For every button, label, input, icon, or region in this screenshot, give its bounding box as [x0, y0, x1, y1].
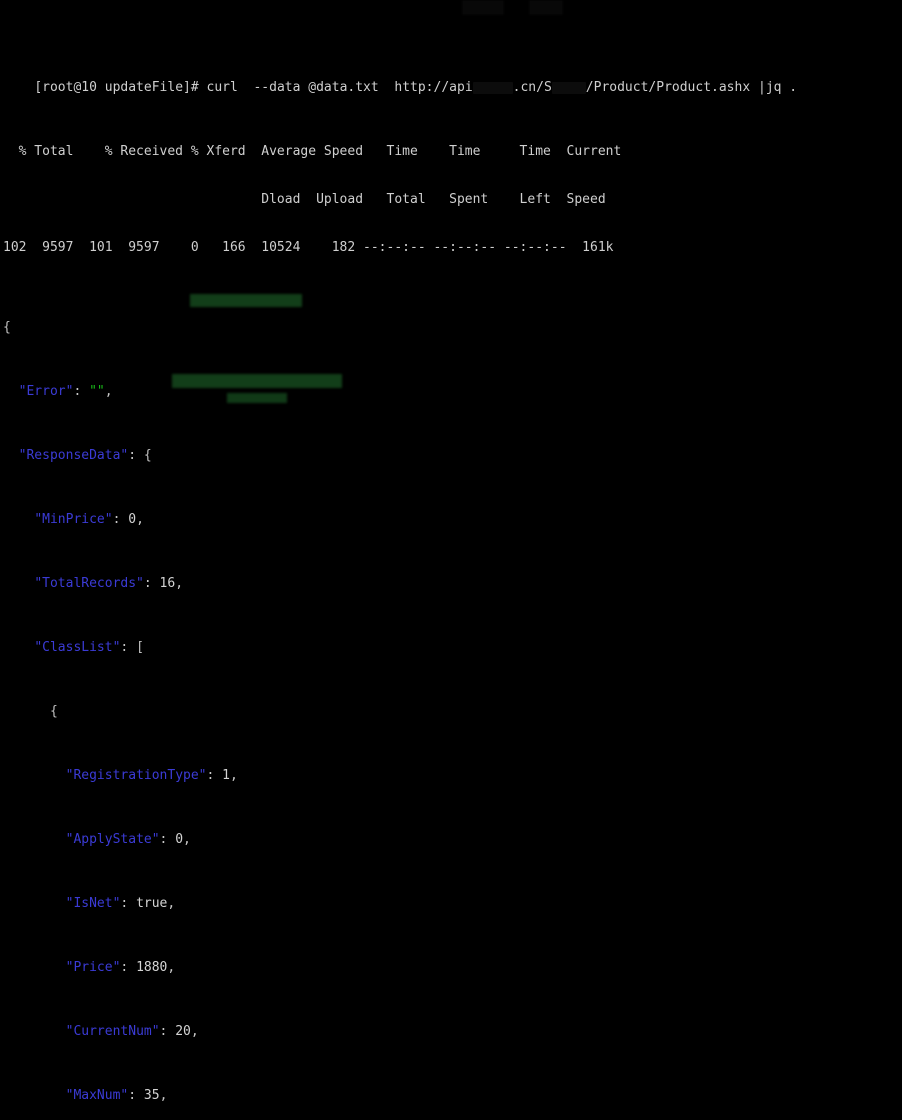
- curl-program: curl: [206, 80, 238, 95]
- shell-prompt: [root@10 updateFile]#: [34, 80, 199, 95]
- json-line-classlist: "ClassList": [: [0, 640, 902, 656]
- key-registrationtype: "RegistrationType": [65, 768, 207, 783]
- curl-progress-data-row: 102 9597 101 9597 0 166 10524 182 --:--:…: [3, 240, 614, 255]
- comma: ,: [175, 576, 184, 591]
- jq-pipe: |jq .: [758, 80, 798, 95]
- url-suffix: /Product/Product.ashx: [585, 80, 751, 95]
- gap-2: [379, 80, 395, 95]
- value-error: "": [89, 384, 105, 399]
- key-isnet: "IsNet": [65, 896, 121, 911]
- url-redaction-bar-2: [551, 81, 586, 94]
- prompt-command-line: [root@10 updateFile]# curl --data @data.…: [0, 64, 902, 95]
- key-totalrecords: "TotalRecords": [34, 576, 144, 591]
- comma: ,: [104, 384, 113, 399]
- colon: :: [143, 576, 160, 591]
- json-line-applystate-0: "ApplyState": 0,: [0, 832, 902, 848]
- url-redaction-overlay-1: [463, 1, 503, 14]
- json-line-minprice: "MinPrice": 0,: [0, 512, 902, 528]
- key-maxnum: "MaxNum": [65, 1088, 129, 1103]
- json-line-totalrecords: "TotalRecords": 16,: [0, 576, 902, 592]
- url-prefix: http://api: [394, 80, 473, 95]
- name-redaction-overlay: [190, 294, 302, 307]
- key-price: "Price": [65, 960, 121, 975]
- value-applystate: 0: [175, 832, 184, 847]
- comma: ,: [167, 896, 176, 911]
- json-line-error: "Error": "",: [0, 384, 902, 400]
- curl-progress-header-row-1: % Total % Received % Xferd Average Speed…: [3, 144, 622, 159]
- comma: ,: [183, 832, 191, 847]
- gap-1: [238, 80, 254, 95]
- comma: ,: [230, 768, 238, 783]
- value-currentnum: 20: [175, 1024, 191, 1039]
- comma: ,: [190, 1024, 199, 1039]
- key-classlist: "ClassList": [34, 640, 121, 655]
- brace-open: {: [143, 448, 152, 463]
- json-line-isnet-0: "IsNet": true,: [0, 896, 902, 912]
- key-minprice: "MinPrice": [34, 512, 113, 527]
- json-line-currentnum-0: "CurrentNum": 20,: [0, 1024, 902, 1040]
- colon: :: [120, 896, 137, 911]
- colon: :: [159, 1024, 176, 1039]
- key-error: "Error": [18, 384, 74, 399]
- gap-3: [750, 80, 758, 95]
- colon: :: [206, 768, 223, 783]
- value-isnet: true: [136, 896, 168, 911]
- bracket-open: [: [136, 640, 144, 655]
- url-middle: .cn/S: [512, 80, 552, 95]
- json-line-maxnum-0: "MaxNum": 35,: [0, 1088, 902, 1104]
- json-item-0-open: {: [0, 704, 902, 720]
- colon: :: [120, 640, 137, 655]
- colon: :: [128, 448, 144, 463]
- curl-data-arg: --data @data.txt: [253, 80, 379, 95]
- curl-progress-header-row-2: Dload Upload Total Spent Left Speed: [3, 192, 606, 207]
- url-redaction-overlay-2: [530, 1, 562, 14]
- colon: :: [73, 384, 90, 399]
- key-applystate: "ApplyState": [65, 832, 160, 847]
- colon: :: [112, 512, 129, 527]
- json-root-open: {: [0, 320, 902, 336]
- value-maxnum: 35: [143, 1088, 160, 1103]
- json-line-registrationtype-0: "RegistrationType": 1,: [0, 768, 902, 784]
- terminal-window[interactable]: [root@10 updateFile]# curl --data @data.…: [0, 0, 902, 1103]
- json-line-responsedata: "ResponseData": {: [0, 448, 902, 464]
- brace-open: {: [3, 320, 11, 335]
- value-totalrecords: 16: [159, 576, 176, 591]
- url-redaction-bar-1: [472, 81, 513, 94]
- key-currentnum: "CurrentNum": [65, 1024, 160, 1039]
- key-responsedata: "ResponseData": [18, 448, 129, 463]
- comma: ,: [167, 960, 176, 975]
- brace-open: {: [49, 704, 58, 719]
- colon: :: [128, 1088, 144, 1103]
- command-space: [199, 80, 207, 95]
- colon: :: [159, 832, 176, 847]
- value-price: 1880: [136, 960, 168, 975]
- colon: :: [120, 960, 137, 975]
- comma: ,: [159, 1088, 168, 1103]
- json-line-price-0: "Price": 1880,: [0, 960, 902, 976]
- value-registrationtype: 1: [222, 768, 230, 783]
- comma: ,: [136, 512, 144, 527]
- value-minprice: 0: [128, 512, 137, 527]
